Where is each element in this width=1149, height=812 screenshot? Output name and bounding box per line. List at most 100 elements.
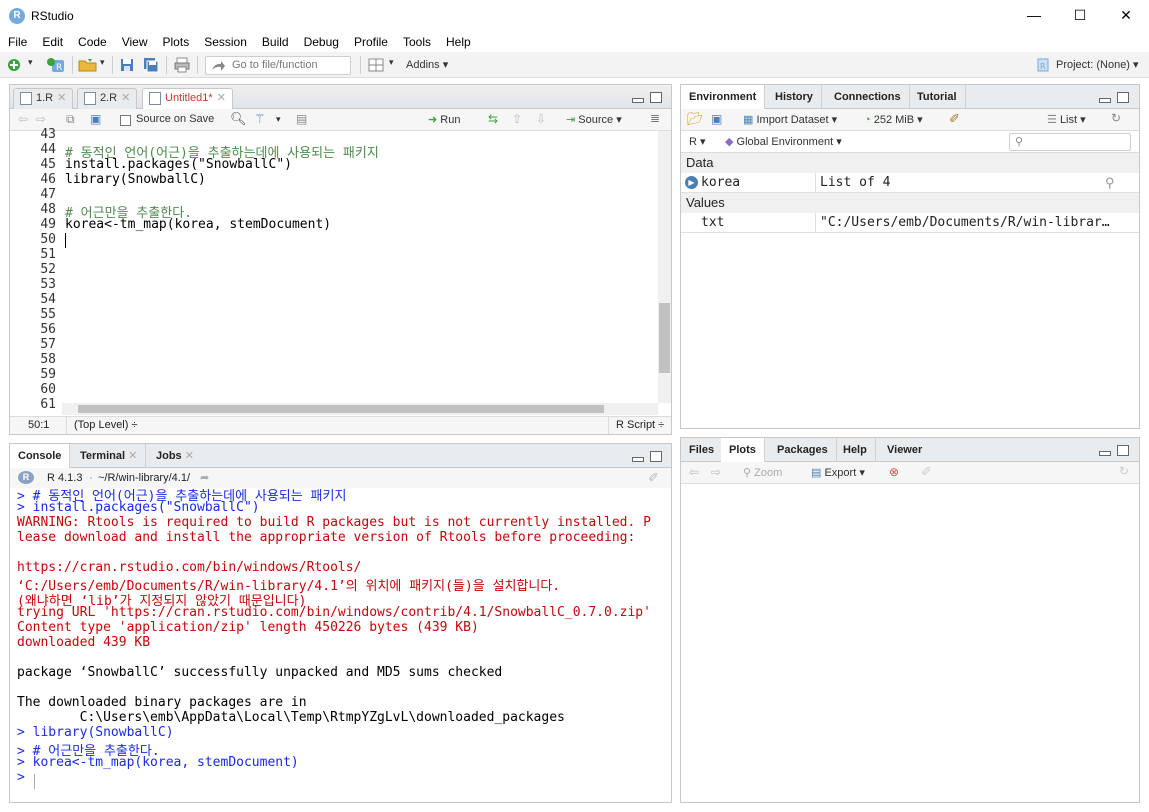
- minimize-pane-icon[interactable]: [1099, 451, 1111, 456]
- console-output[interactable]: > # 동적인 언어(어근)을 추출하는데에 사용되는 패키지 > install…: [10, 488, 671, 802]
- view-mode-selector[interactable]: ☰ List ▾: [1047, 113, 1086, 126]
- menu-session[interactable]: Session: [196, 35, 254, 49]
- tab-files[interactable]: Files: [681, 438, 724, 462]
- forward-arrow-icon[interactable]: ⇨: [36, 112, 46, 126]
- new-file-dropdown-icon[interactable]: ▾: [28, 57, 33, 68]
- scrollbar-thumb[interactable]: [659, 303, 670, 373]
- source-button[interactable]: ⇥ Source ▾: [566, 113, 622, 126]
- language-selector[interactable]: R ▾: [689, 135, 706, 148]
- goto-file-function-input[interactable]: Go to file/function: [205, 56, 351, 75]
- run-button[interactable]: ➜ Run: [428, 113, 460, 126]
- menu-file[interactable]: File: [0, 35, 34, 49]
- source-on-save-checkbox[interactable]: [120, 115, 131, 126]
- menu-view[interactable]: View: [114, 35, 155, 49]
- go-to-directory-icon[interactable]: ➦: [200, 471, 209, 484]
- menu-debug[interactable]: Debug: [296, 35, 346, 49]
- tab-connections[interactable]: Connections: [826, 85, 910, 109]
- save-all-icon[interactable]: [143, 57, 159, 73]
- editor-tab-1r[interactable]: 1.R ✕: [13, 88, 74, 109]
- expand-row-icon[interactable]: ▶: [685, 176, 698, 189]
- back-arrow-icon[interactable]: ⇦: [18, 112, 28, 126]
- addins-menu[interactable]: Addins ▾: [406, 58, 448, 71]
- code-tools-dropdown-icon[interactable]: ▾: [276, 114, 281, 125]
- show-in-window-icon[interactable]: ⧉: [66, 112, 75, 127]
- workspace-panes-icon[interactable]: [368, 57, 384, 73]
- refresh-icon[interactable]: ↻: [1111, 111, 1121, 125]
- scrollbar-thumb[interactable]: [78, 405, 604, 413]
- menu-build[interactable]: Build: [254, 35, 296, 49]
- tab-help[interactable]: Help: [835, 438, 876, 462]
- print-icon[interactable]: [174, 57, 190, 73]
- tab-console[interactable]: Console: [10, 444, 71, 468]
- panes-dropdown-icon[interactable]: ▾: [389, 57, 394, 68]
- env-row-korea[interactable]: ▶ korea List of 4 ⚲: [681, 173, 1139, 193]
- close-tab-icon[interactable]: ✕: [217, 92, 226, 104]
- view-data-icon[interactable]: ⚲: [1105, 175, 1115, 191]
- project-menu[interactable]: Project: (None) ▾: [1056, 58, 1139, 71]
- remove-plot-icon[interactable]: ⊗: [889, 465, 899, 479]
- compile-report-icon[interactable]: ▤: [296, 112, 307, 126]
- close-button[interactable]: ✕: [1103, 0, 1149, 31]
- zoom-button[interactable]: ⚲ Zoom: [743, 466, 782, 479]
- working-directory[interactable]: ~/R/win-library/4.1/: [98, 472, 190, 484]
- rerun-icon[interactable]: ⇆: [488, 112, 498, 126]
- minimize-button[interactable]: —: [1011, 0, 1057, 31]
- find-icon[interactable]: 🔍︎: [230, 111, 247, 127]
- maximize-pane-icon[interactable]: [650, 92, 662, 103]
- editor-vertical-scrollbar[interactable]: [658, 131, 671, 403]
- menu-code[interactable]: Code: [70, 35, 114, 49]
- refresh-plot-icon[interactable]: ↻: [1119, 464, 1129, 478]
- menu-profile[interactable]: Profile: [346, 35, 395, 49]
- maximize-pane-icon[interactable]: [650, 451, 662, 462]
- maximize-button[interactable]: ☐: [1057, 0, 1103, 31]
- save-file-icon[interactable]: ▣: [90, 112, 101, 126]
- close-tab-icon[interactable]: ✕: [185, 450, 194, 462]
- tab-terminal[interactable]: Terminal ✕: [72, 444, 147, 468]
- previous-plot-icon[interactable]: ⇦: [689, 465, 699, 479]
- maximize-pane-icon[interactable]: [1117, 92, 1129, 103]
- tab-viewer[interactable]: Viewer: [879, 438, 930, 462]
- menu-tools[interactable]: Tools: [395, 35, 438, 49]
- new-file-icon[interactable]: [6, 57, 22, 73]
- tab-tutorial[interactable]: Tutorial: [909, 85, 966, 109]
- tab-environment[interactable]: Environment: [681, 85, 766, 109]
- menu-help[interactable]: Help: [438, 35, 478, 49]
- minimize-pane-icon[interactable]: [632, 98, 644, 103]
- open-file-icon[interactable]: [78, 57, 98, 73]
- editor-tab-untitled1[interactable]: Untitled1* ✕: [142, 88, 233, 110]
- code-tools-wand-icon[interactable]: ⚚: [254, 111, 266, 127]
- close-tab-icon[interactable]: ✕: [57, 92, 66, 104]
- load-workspace-icon[interactable]: 📂︎: [687, 111, 704, 127]
- environment-scope-selector[interactable]: ◆ Global Environment ▾: [725, 135, 842, 148]
- editor-horizontal-scrollbar[interactable]: [62, 403, 658, 415]
- import-dataset-button[interactable]: ▦ Import Dataset ▾: [743, 113, 837, 126]
- close-tab-icon[interactable]: ✕: [121, 92, 130, 104]
- code-editor[interactable]: # 동적인 언어(어근)을 추출하는데에 사용되는 패키지 install.pac…: [10, 131, 658, 403]
- go-next-chunk-icon[interactable]: ⇩: [536, 112, 546, 126]
- tab-history[interactable]: History: [767, 85, 822, 109]
- maximize-pane-icon[interactable]: [1117, 445, 1129, 456]
- close-tab-icon[interactable]: ✕: [128, 450, 137, 462]
- export-button[interactable]: ▤ Export ▾: [811, 466, 865, 479]
- next-plot-icon[interactable]: ⇨: [711, 465, 721, 479]
- tab-packages[interactable]: Packages: [769, 438, 837, 462]
- tab-jobs[interactable]: Jobs ✕: [148, 444, 202, 468]
- minimize-pane-icon[interactable]: [1099, 98, 1111, 103]
- clear-console-broom-icon[interactable]: ✐: [648, 470, 659, 486]
- go-prev-chunk-icon[interactable]: ⇧: [512, 112, 522, 126]
- scope-selector[interactable]: (Top Level) ÷: [74, 419, 138, 431]
- environment-search-input[interactable]: ⚲: [1009, 133, 1131, 151]
- menu-plots[interactable]: Plots: [155, 35, 197, 49]
- open-recent-dropdown-icon[interactable]: ▾: [100, 57, 105, 68]
- document-outline-icon[interactable]: ≣: [650, 111, 660, 125]
- editor-tab-2r[interactable]: 2.R ✕: [77, 88, 138, 109]
- memory-usage-button[interactable]: ◔ 252 MiB ▾: [864, 113, 923, 126]
- minimize-pane-icon[interactable]: [632, 457, 644, 462]
- file-type-selector[interactable]: R Script ÷: [616, 419, 664, 431]
- new-project-icon[interactable]: R: [46, 57, 68, 73]
- save-workspace-icon[interactable]: ▣: [711, 112, 722, 126]
- clear-workspace-broom-icon[interactable]: ✐: [949, 111, 960, 127]
- tab-plots[interactable]: Plots: [721, 438, 765, 462]
- clear-plots-broom-icon[interactable]: ✐: [921, 464, 932, 480]
- env-row-txt[interactable]: txt "C:/Users/emb/Documents/R/win-librar…: [681, 213, 1139, 233]
